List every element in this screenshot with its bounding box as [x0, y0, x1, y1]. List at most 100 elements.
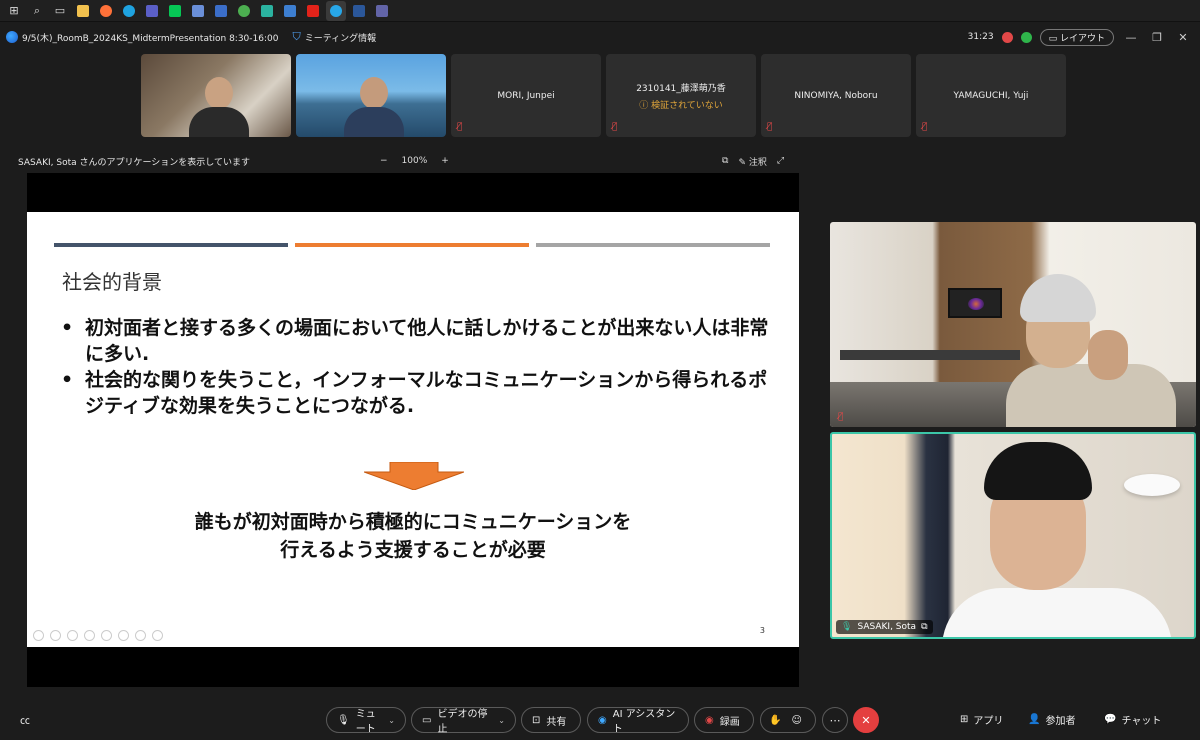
app-icon-3[interactable] [280, 1, 300, 21]
teams-icon-2[interactable] [372, 1, 392, 21]
camera-icon[interactable] [135, 630, 146, 641]
more-options-button[interactable]: ⋯ [822, 707, 848, 733]
annotate-label: 注釈 [748, 157, 767, 168]
apps-button[interactable]: ⊞ アプリ [960, 712, 1003, 727]
webex-icon[interactable] [326, 0, 346, 21]
shield-icon[interactable]: ⛉ [292, 30, 300, 44]
webex-logo-icon [6, 31, 18, 43]
file-explorer-icon[interactable] [73, 1, 93, 21]
reactions-group: ✋ ☺ [760, 707, 816, 733]
layout-button[interactable]: ▭ レイアウト [1039, 28, 1114, 46]
participant-tile[interactable] [296, 54, 446, 137]
connection-indicator-icon[interactable] [1020, 31, 1032, 43]
firefox-icon[interactable] [96, 1, 116, 21]
shared-screen[interactable]: 社会的背景 初対面者と接する多くの場面において他人に話しかけることが出来ない人は… [27, 173, 799, 687]
participant-video [942, 442, 1172, 637]
participant-name: MORI, Junpei [497, 90, 555, 101]
app-icon[interactable] [211, 1, 231, 21]
acrobat-icon[interactable] [303, 1, 323, 21]
reaction-icon[interactable]: ☺ [791, 715, 801, 726]
chat-button[interactable]: 💬 チャット [1104, 712, 1161, 727]
edge-icon[interactable] [119, 1, 139, 21]
restore-icon[interactable]: ❐ [1148, 31, 1166, 44]
leave-meeting-button[interactable]: ✕ [853, 707, 879, 733]
zoom-in-button[interactable]: + [441, 156, 449, 166]
participant-tile[interactable]: YAMAGUCHI, Yuji 🎙̸ [916, 54, 1066, 137]
taskbar: ⊞ ⌕ ▭ [0, 0, 1200, 22]
slide-tools [33, 630, 163, 641]
share-label: 共有 [546, 716, 567, 728]
mic-muted-icon: 🎙̸ [457, 122, 463, 132]
slides-icon[interactable] [84, 630, 95, 641]
chevron-down-icon[interactable]: ⌄ [388, 716, 395, 725]
presentation-slide: 社会的背景 初対面者と接する多くの場面において他人に話しかけることが出来ない人は… [27, 212, 799, 647]
record-button[interactable]: ◉ 録画 [694, 707, 754, 733]
subtitle-icon[interactable] [118, 630, 129, 641]
zoom-icon[interactable] [101, 630, 112, 641]
app-icon-2[interactable] [257, 1, 277, 21]
more-icon[interactable] [152, 630, 163, 641]
participant-name: 2310141_藤澤萌乃香 [636, 83, 726, 94]
mute-button[interactable]: 🎙 ミュート ⌄ [326, 707, 406, 735]
participant-video [187, 75, 251, 137]
share-actions: ⧉ ✎ 注釈 ⤢ [722, 155, 784, 168]
close-window-icon[interactable]: ✕ [1174, 31, 1192, 44]
zoom-level: 100% [401, 156, 428, 166]
participant-tile[interactable]: 2310141_藤澤萌乃香 ⓘ 検証されていない 🎙̸ [606, 54, 756, 137]
raise-hand-icon[interactable]: ✋ [769, 715, 781, 726]
captions-icon[interactable]: ㏄ [20, 712, 30, 727]
participant-video [342, 75, 406, 137]
stop-video-button[interactable]: ▭ ビデオの停止 ⌄ [411, 707, 516, 735]
slide-accent-bar [54, 243, 288, 247]
participant-name: NINOMIYA, Noboru [794, 90, 878, 101]
speaker-name: SASAKI, Sota [857, 622, 917, 632]
zoom-out-button[interactable]: − [380, 156, 388, 166]
ai-assistant-icon: ◉ [598, 714, 607, 726]
chevron-down-icon[interactable]: ⌄ [498, 716, 505, 725]
participant-tile[interactable]: NINOMIYA, Noboru 🎙̸ [761, 54, 911, 137]
video-tile-top[interactable]: 🎙̸ [830, 222, 1196, 427]
minimize-icon[interactable]: — [1122, 31, 1140, 44]
apps-label: アプリ [973, 716, 1004, 727]
share-screen-icon: ⊡ [532, 714, 541, 726]
meeting-title: 9/5(木)_RoomB_2024KS_MidtermPresentation … [22, 33, 279, 44]
meeting-info-link[interactable]: ミーティング情報 [305, 31, 376, 44]
chrome-icon[interactable] [234, 1, 254, 21]
share-button[interactable]: ⊡ 共有 [521, 707, 581, 733]
next-slide-icon[interactable] [50, 630, 61, 641]
slide-bullets: 初対面者と接する多くの場面において他人に話しかけることが出来ない人は非常に多い.… [61, 315, 771, 419]
task-view-icon[interactable]: ▭ [50, 1, 70, 21]
word-icon[interactable] [349, 1, 369, 21]
mute-label: ミュート [355, 709, 376, 735]
zoom-controls: − 100% + [380, 156, 449, 166]
search-icon[interactable]: ⌕ [27, 1, 47, 21]
video-tile-active-speaker[interactable]: 🎙 SASAKI, Sota ⧉ [830, 432, 1196, 639]
background-table [840, 350, 1020, 360]
windows-icon[interactable]: ⊞ [4, 1, 24, 21]
participants-button[interactable]: 👤 参加者 [1028, 712, 1075, 727]
participant-strip: MORI, Junpei 🎙̸ 2310141_藤澤萌乃香 ⓘ 検証されていない… [141, 54, 1066, 137]
pen-icon[interactable] [67, 630, 78, 641]
snipping-icon[interactable] [188, 1, 208, 21]
participants-label: 参加者 [1045, 716, 1076, 727]
fullscreen-icon[interactable]: ⤢ [777, 156, 784, 166]
participant-tile[interactable]: MORI, Junpei 🎙̸ [451, 54, 601, 137]
meeting-titlebar: 9/5(木)_RoomB_2024KS_MidtermPresentation … [0, 23, 1200, 51]
participant-tile[interactable] [141, 54, 291, 137]
record-label: 録画 [719, 716, 740, 728]
meeting-controls: ㏄ 🎙 ミュート ⌄ ▭ ビデオの停止 ⌄ ⊡ 共有 ◉ AI アシスタント ◉… [0, 704, 1200, 736]
request-control-icon[interactable]: ⧉ [722, 156, 728, 166]
slide-accent-bar [295, 243, 529, 247]
annotate-button[interactable]: ✎ 注釈 [738, 155, 766, 168]
slide-title: 社会的背景 [62, 270, 162, 294]
recording-indicator-icon[interactable] [1001, 31, 1013, 43]
teams-icon[interactable] [142, 1, 162, 21]
speaker-name-badge: 🎙 SASAKI, Sota ⧉ [836, 620, 933, 634]
unverified-status: ⓘ 検証されていない [639, 100, 723, 111]
ai-assistant-button[interactable]: ◉ AI アシスタント [587, 707, 689, 735]
slide-page-number: 3 [759, 626, 765, 635]
mic-muted-icon: 🎙̸ [612, 122, 618, 132]
prev-slide-icon[interactable] [33, 630, 44, 641]
meeting-timer: 31:23 [967, 32, 994, 42]
line-icon[interactable] [165, 1, 185, 21]
